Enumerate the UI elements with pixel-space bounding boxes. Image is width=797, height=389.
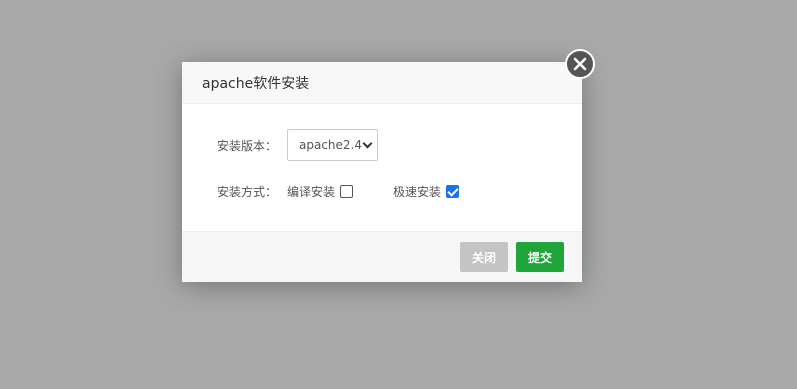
- option-compile-label: 编译安装: [287, 184, 336, 199]
- option-fast-label: 极速安装: [393, 184, 442, 199]
- install-dialog: apache软件安装 安装版本： apache2.4 安装方式： 编译安装 极速…: [182, 62, 582, 282]
- chevron-down-icon: [362, 138, 373, 148]
- close-button[interactable]: 关闭: [460, 242, 508, 272]
- version-row: 安装版本： apache2.4: [217, 129, 378, 161]
- mode-row: 安装方式： 编译安装 极速安装: [217, 182, 460, 200]
- dialog-title: apache软件安装: [202, 75, 310, 92]
- option-compile-install[interactable]: 编译安装: [287, 183, 354, 200]
- mode-label: 安装方式：: [217, 184, 278, 199]
- dialog-header: apache软件安装: [182, 62, 582, 104]
- close-icon: [573, 57, 587, 71]
- version-select-value: apache2.4: [299, 138, 362, 152]
- compile-install-checkbox[interactable]: [340, 184, 354, 198]
- version-label: 安装版本：: [217, 138, 278, 153]
- dialog-close-button[interactable]: [565, 49, 595, 79]
- dialog-body: 安装版本： apache2.4 安装方式： 编译安装 极速安装: [182, 104, 582, 231]
- submit-button[interactable]: 提交: [516, 242, 564, 272]
- option-fast-install[interactable]: 极速安装: [393, 183, 460, 200]
- dialog-footer: 关闭 提交: [182, 231, 582, 282]
- version-select[interactable]: apache2.4: [287, 129, 378, 161]
- fast-install-checkbox[interactable]: [446, 184, 460, 198]
